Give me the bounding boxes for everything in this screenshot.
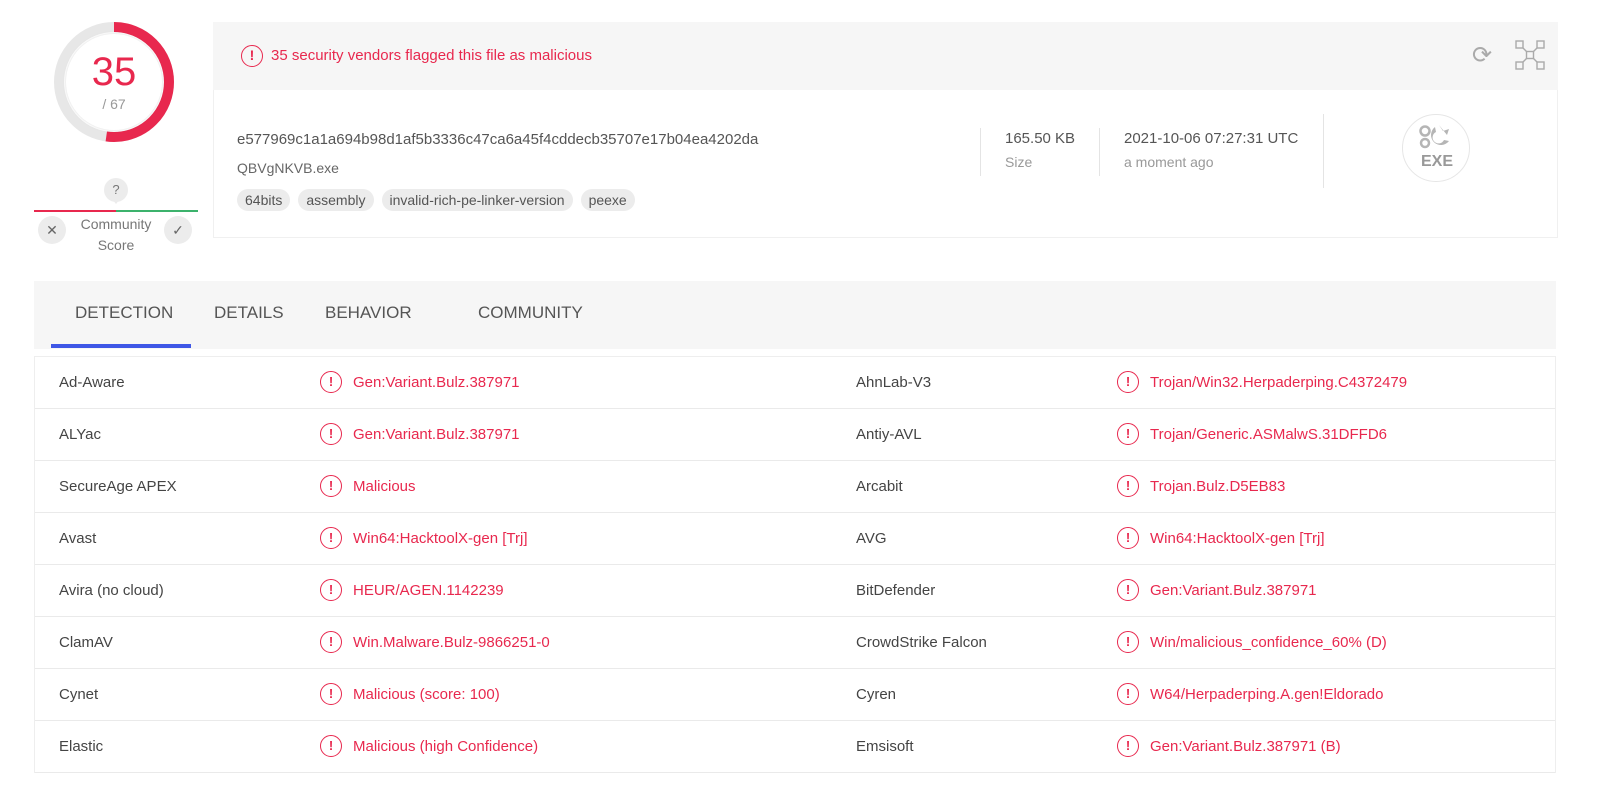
divider — [980, 128, 981, 176]
vendor-name: Emsisoft — [856, 738, 914, 755]
table-row: Avast ! Win64:HacktoolX-gen [Trj] AVG ! … — [35, 513, 1555, 565]
detection-result: Trojan/Win32.Herpaderping.C4372479 — [1150, 374, 1408, 391]
alert-icon: ! — [1117, 527, 1139, 549]
tab-behavior[interactable]: BEHAVIOR — [325, 303, 412, 323]
detection-result: Win/malicious_confidence_60% (D) — [1150, 634, 1387, 651]
vendor-name: Elastic — [59, 738, 104, 755]
vendor-name: Avast — [59, 530, 97, 547]
vendor-name: AVG — [856, 530, 887, 547]
divider — [1323, 114, 1324, 188]
table-row: ALYac ! Gen:Variant.Bulz.387971 Antiy-AV… — [35, 409, 1555, 461]
table-row: ClamAV ! Win.Malware.Bulz-9866251-0 Crow… — [35, 617, 1555, 669]
close-icon[interactable]: ✕ — [38, 216, 66, 244]
detection-result: Gen:Variant.Bulz.387971 — [353, 426, 520, 443]
alert-icon: ! — [320, 683, 342, 705]
file-type-label: EXE — [1420, 153, 1453, 170]
alert-icon: ! — [1117, 683, 1139, 705]
tag[interactable]: invalid-rich-pe-linker-version — [381, 189, 573, 211]
detection-result: Win64:HacktoolX-gen [Trj] — [1150, 530, 1325, 547]
file-date-label: a moment ago — [1124, 154, 1214, 170]
score-detected: 35 — [91, 50, 137, 94]
vendor-name: Arcabit — [856, 478, 903, 495]
community-score-bar — [34, 210, 198, 213]
vendor-name: BitDefender — [856, 582, 936, 599]
alert-icon: ! — [320, 631, 342, 653]
divider — [1099, 128, 1100, 176]
detection-result: Gen:Variant.Bulz.387971 — [1150, 582, 1317, 599]
community-score: ? ✕ Community Score ✓ — [34, 172, 198, 262]
alert-icon: ! — [1117, 371, 1139, 393]
vendor-name: Antiy-AVL — [856, 426, 922, 443]
table-row: Cynet ! Malicious (score: 100) Cyren ! W… — [35, 669, 1555, 721]
vendor-name: ClamAV — [59, 634, 113, 651]
file-type-badge: EXE — [1402, 114, 1470, 182]
alert-bar: ! 35 security vendors flagged this file … — [213, 22, 1558, 90]
community-label-line1: Community — [80, 216, 152, 232]
check-icon[interactable]: ✓ — [164, 216, 192, 244]
detection-result: Win64:HacktoolX-gen [Trj] — [353, 530, 528, 547]
file-hash[interactable]: e577969c1a1a694b98d1af5b3336c47ca6a45f4c… — [237, 131, 758, 148]
file-size-value: 165.50 KB — [1005, 130, 1076, 147]
vendor-name: SecureAge APEX — [59, 478, 177, 495]
alert-icon: ! — [320, 579, 342, 601]
detection-result: HEUR/AGEN.1142239 — [353, 582, 504, 599]
vendor-name: Cyren — [856, 686, 897, 703]
alert-icon: ! — [1117, 579, 1139, 601]
score-total: / 67 — [102, 96, 126, 112]
detection-result: Gen:Variant.Bulz.387971 (B) — [1150, 738, 1341, 755]
vendor-name: CrowdStrike Falcon — [856, 634, 987, 651]
detection-result: Gen:Variant.Bulz.387971 — [353, 374, 520, 391]
detections-table: Ad-Aware ! Gen:Variant.Bulz.387971 AhnLa… — [34, 356, 1556, 773]
table-row: Avira (no cloud) ! HEUR/AGEN.1142239 Bit… — [35, 565, 1555, 617]
vendor-name: ALYac — [59, 426, 101, 443]
alert-icon: ! — [320, 475, 342, 497]
reload-icon[interactable]: ⟳ — [1468, 42, 1496, 70]
alert-icon: ! — [320, 735, 342, 757]
vendor-name: Avira (no cloud) — [59, 582, 164, 599]
alert-icon: ! — [320, 423, 342, 445]
score-center: 35 / 67 — [66, 34, 162, 130]
detection-result: Malicious (score: 100) — [353, 686, 500, 703]
detection-result: Win.Malware.Bulz-9866251-0 — [353, 634, 550, 651]
tag[interactable]: peexe — [580, 189, 635, 211]
table-row: Ad-Aware ! Gen:Variant.Bulz.387971 AhnLa… — [35, 357, 1555, 409]
table-row: SecureAge APEX ! Malicious Arcabit ! Tro… — [35, 461, 1555, 513]
alert-icon: ! — [241, 45, 263, 67]
detection-result: Trojan.Bulz.D5EB83 — [1150, 478, 1286, 495]
detection-result: W64/Herpaderping.A.gen!Eldorado — [1150, 686, 1384, 703]
tag[interactable]: 64bits — [237, 189, 291, 211]
detection-score-gauge: 35 / 67 — [52, 20, 176, 144]
graph-icon[interactable] — [1515, 40, 1545, 70]
community-score-label: Community Score — [64, 214, 168, 256]
table-row: Elastic ! Malicious (high Confidence) Em… — [35, 721, 1555, 773]
alert-icon: ! — [1117, 423, 1139, 445]
file-tags: 64bits assembly invalid-rich-pe-linker-v… — [237, 189, 635, 211]
active-tab-indicator — [51, 344, 191, 348]
file-name: QBVgNKVB.exe — [237, 160, 339, 176]
alert-text: 35 security vendors flagged this file as… — [271, 47, 592, 64]
tab-community[interactable]: COMMUNITY — [478, 303, 583, 323]
vendor-name: Ad-Aware — [59, 374, 125, 391]
alert-icon: ! — [1117, 475, 1139, 497]
tag[interactable]: assembly — [298, 189, 374, 211]
question-tail — [112, 199, 120, 204]
detection-result: Malicious (high Confidence) — [353, 738, 539, 755]
alert-icon: ! — [320, 527, 342, 549]
alert-icon: ! — [1117, 631, 1139, 653]
community-label-line2: Score — [97, 237, 135, 253]
gear-icon — [1419, 125, 1449, 149]
tab-bar: DETECTION DETAILS BEHAVIOR COMMUNITY — [34, 281, 1556, 349]
alert-icon: ! — [1117, 735, 1139, 757]
file-size-label: Size — [1005, 154, 1033, 170]
tab-detection[interactable]: DETECTION — [75, 303, 173, 323]
alert-icon: ! — [320, 371, 342, 393]
file-info-panel: e577969c1a1a694b98d1af5b3336c47ca6a45f4c… — [213, 90, 1558, 238]
detection-result: Malicious — [353, 478, 416, 495]
vendor-name: AhnLab-V3 — [856, 374, 932, 391]
tab-details[interactable]: DETAILS — [214, 303, 284, 323]
detection-result: Trojan/Generic.ASMalwS.31DFFD6 — [1150, 426, 1388, 443]
vendor-name: Cynet — [59, 686, 99, 703]
file-date-value: 2021-10-06 07:27:31 UTC — [1124, 130, 1299, 147]
